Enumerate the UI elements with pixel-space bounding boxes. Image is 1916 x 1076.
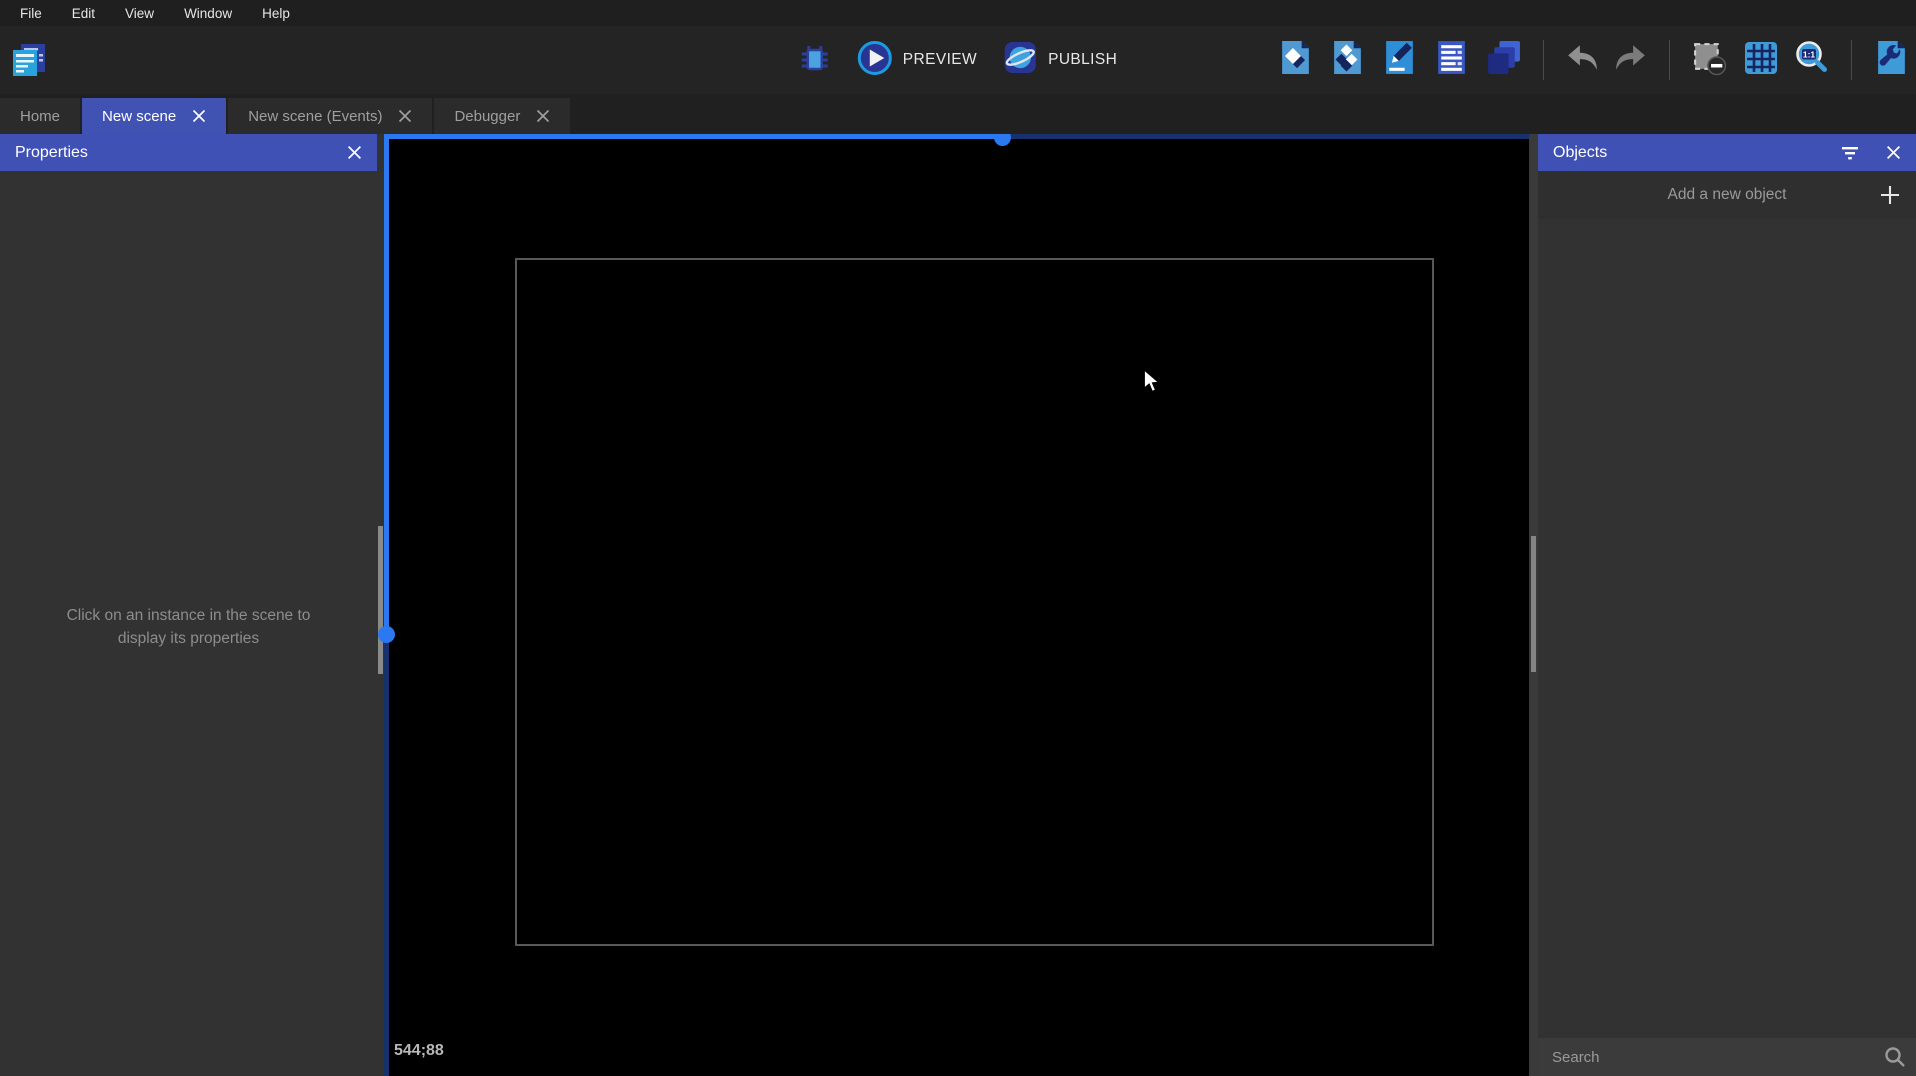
project-manager-button[interactable] bbox=[9, 40, 49, 85]
left-panel-resize-gutter[interactable] bbox=[377, 134, 384, 1076]
properties-panel: Properties Click on an instance in the s… bbox=[0, 134, 377, 1076]
objects-editor-icon bbox=[1277, 39, 1314, 81]
close-tab-icon[interactable] bbox=[398, 109, 412, 123]
add-object-label: Add a new object bbox=[1668, 186, 1787, 204]
add-object-row[interactable]: Add a new object bbox=[1538, 171, 1916, 219]
scene-editor-canvas[interactable]: 544;88 bbox=[384, 134, 1529, 1076]
tab-debugger-label: Debugger bbox=[454, 108, 520, 125]
cursor-coordinates-label: 544;88 bbox=[394, 1042, 444, 1060]
horizontal-scrollbar-track[interactable] bbox=[1002, 134, 1529, 139]
tab-home[interactable]: Home bbox=[0, 98, 80, 134]
zoom-1-1-icon: 1:1 bbox=[1794, 40, 1830, 81]
toolbar-separator bbox=[1851, 40, 1852, 80]
menu-window[interactable]: Window bbox=[169, 0, 247, 26]
close-objects-button[interactable] bbox=[1886, 145, 1901, 160]
preview-button[interactable]: PREVIEW bbox=[857, 40, 977, 81]
zoom-1-1-button[interactable]: 1:1 bbox=[1794, 40, 1830, 81]
horizontal-scrollbar-track[interactable] bbox=[389, 134, 1002, 139]
tab-new-scene[interactable]: New scene bbox=[82, 98, 226, 134]
properties-panel-title: Properties bbox=[15, 144, 321, 162]
open-object-groups-button[interactable] bbox=[1329, 39, 1366, 81]
tab-home-label: Home bbox=[20, 108, 60, 125]
publish-label: PUBLISH bbox=[1048, 51, 1117, 69]
toolbar-center-group: PREVIEW PUBLISH bbox=[799, 26, 1117, 94]
objects-list-empty-area bbox=[1538, 219, 1916, 1038]
project-settings-button[interactable] bbox=[1873, 39, 1910, 81]
toolbar-separator bbox=[1543, 40, 1544, 80]
grid-icon bbox=[1743, 40, 1779, 81]
open-instances-list-button[interactable] bbox=[1433, 39, 1470, 81]
toolbar-separator bbox=[1669, 40, 1670, 80]
menu-edit[interactable]: Edit bbox=[57, 0, 110, 26]
close-tab-icon[interactable] bbox=[192, 109, 206, 123]
settings-wrench-icon bbox=[1873, 39, 1910, 81]
object-groups-icon bbox=[1329, 39, 1366, 81]
objects-search-input[interactable] bbox=[1538, 1038, 1916, 1076]
properties-pencil-icon bbox=[1381, 39, 1418, 81]
delete-selection-button[interactable] bbox=[1691, 39, 1728, 81]
right-panel-resize-gutter[interactable] bbox=[1529, 134, 1538, 1076]
open-layers-editor-button[interactable] bbox=[1485, 39, 1522, 81]
project-manager-icon bbox=[9, 40, 49, 85]
filter-objects-button[interactable] bbox=[1840, 144, 1860, 161]
scene-window-border bbox=[515, 258, 1434, 946]
vertical-scrollbar-thumb[interactable] bbox=[378, 626, 395, 643]
add-object-plus-icon[interactable] bbox=[1879, 184, 1901, 211]
toolbar-right-group: 1:1 bbox=[1277, 26, 1910, 94]
publish-globe-icon bbox=[1003, 40, 1038, 80]
properties-panel-header: Properties bbox=[0, 134, 377, 171]
tab-debugger[interactable]: Debugger bbox=[434, 98, 570, 134]
tab-new-scene-label: New scene bbox=[102, 108, 176, 125]
delete-selection-icon bbox=[1691, 39, 1728, 81]
zoom-ratio-text: 1:1 bbox=[1803, 49, 1816, 59]
open-objects-editor-button[interactable] bbox=[1277, 39, 1314, 81]
vertical-scrollbar-track[interactable] bbox=[384, 634, 389, 1076]
tab-new-scene-events-label: New scene (Events) bbox=[248, 108, 382, 125]
objects-search-bar bbox=[1538, 1038, 1916, 1076]
menu-bar: File Edit View Window Help bbox=[0, 0, 1916, 26]
editor-tab-bar: Home New scene New scene (Events) Debugg… bbox=[0, 94, 1916, 134]
preview-play-icon bbox=[857, 40, 893, 81]
vertical-scrollbar-track[interactable] bbox=[384, 134, 389, 634]
preview-label: PREVIEW bbox=[903, 51, 977, 69]
debug-bug-icon bbox=[799, 42, 831, 79]
main-area: Properties Click on an instance in the s… bbox=[0, 134, 1916, 1076]
left-resize-handle[interactable] bbox=[378, 526, 383, 674]
publish-button[interactable]: PUBLISH bbox=[1003, 40, 1117, 80]
open-properties-panel-button[interactable] bbox=[1381, 39, 1418, 81]
debug-button[interactable] bbox=[799, 42, 831, 79]
undo-icon bbox=[1565, 41, 1599, 80]
objects-panel-header: Objects bbox=[1538, 134, 1916, 171]
menu-file[interactable]: File bbox=[5, 0, 57, 26]
right-resize-handle[interactable] bbox=[1531, 536, 1536, 672]
instances-list-icon bbox=[1433, 39, 1470, 81]
toggle-grid-button[interactable] bbox=[1743, 40, 1779, 81]
search-icon[interactable] bbox=[1884, 1046, 1906, 1073]
objects-panel-title: Objects bbox=[1553, 144, 1814, 162]
main-toolbar: PREVIEW PUBLISH bbox=[0, 26, 1916, 94]
tab-new-scene-events[interactable]: New scene (Events) bbox=[228, 98, 432, 134]
menu-view[interactable]: View bbox=[110, 0, 169, 26]
properties-empty-message: Click on an instance in the scene to dis… bbox=[48, 604, 329, 650]
close-properties-button[interactable] bbox=[347, 145, 362, 160]
redo-icon bbox=[1614, 41, 1648, 80]
redo-button[interactable] bbox=[1614, 41, 1648, 80]
close-tab-icon[interactable] bbox=[536, 109, 550, 123]
objects-panel: Objects Add a new object bbox=[1538, 134, 1916, 1076]
layers-icon bbox=[1485, 39, 1522, 81]
undo-button[interactable] bbox=[1565, 41, 1599, 80]
mouse-cursor-icon bbox=[1143, 369, 1161, 398]
menu-help[interactable]: Help bbox=[247, 0, 305, 26]
